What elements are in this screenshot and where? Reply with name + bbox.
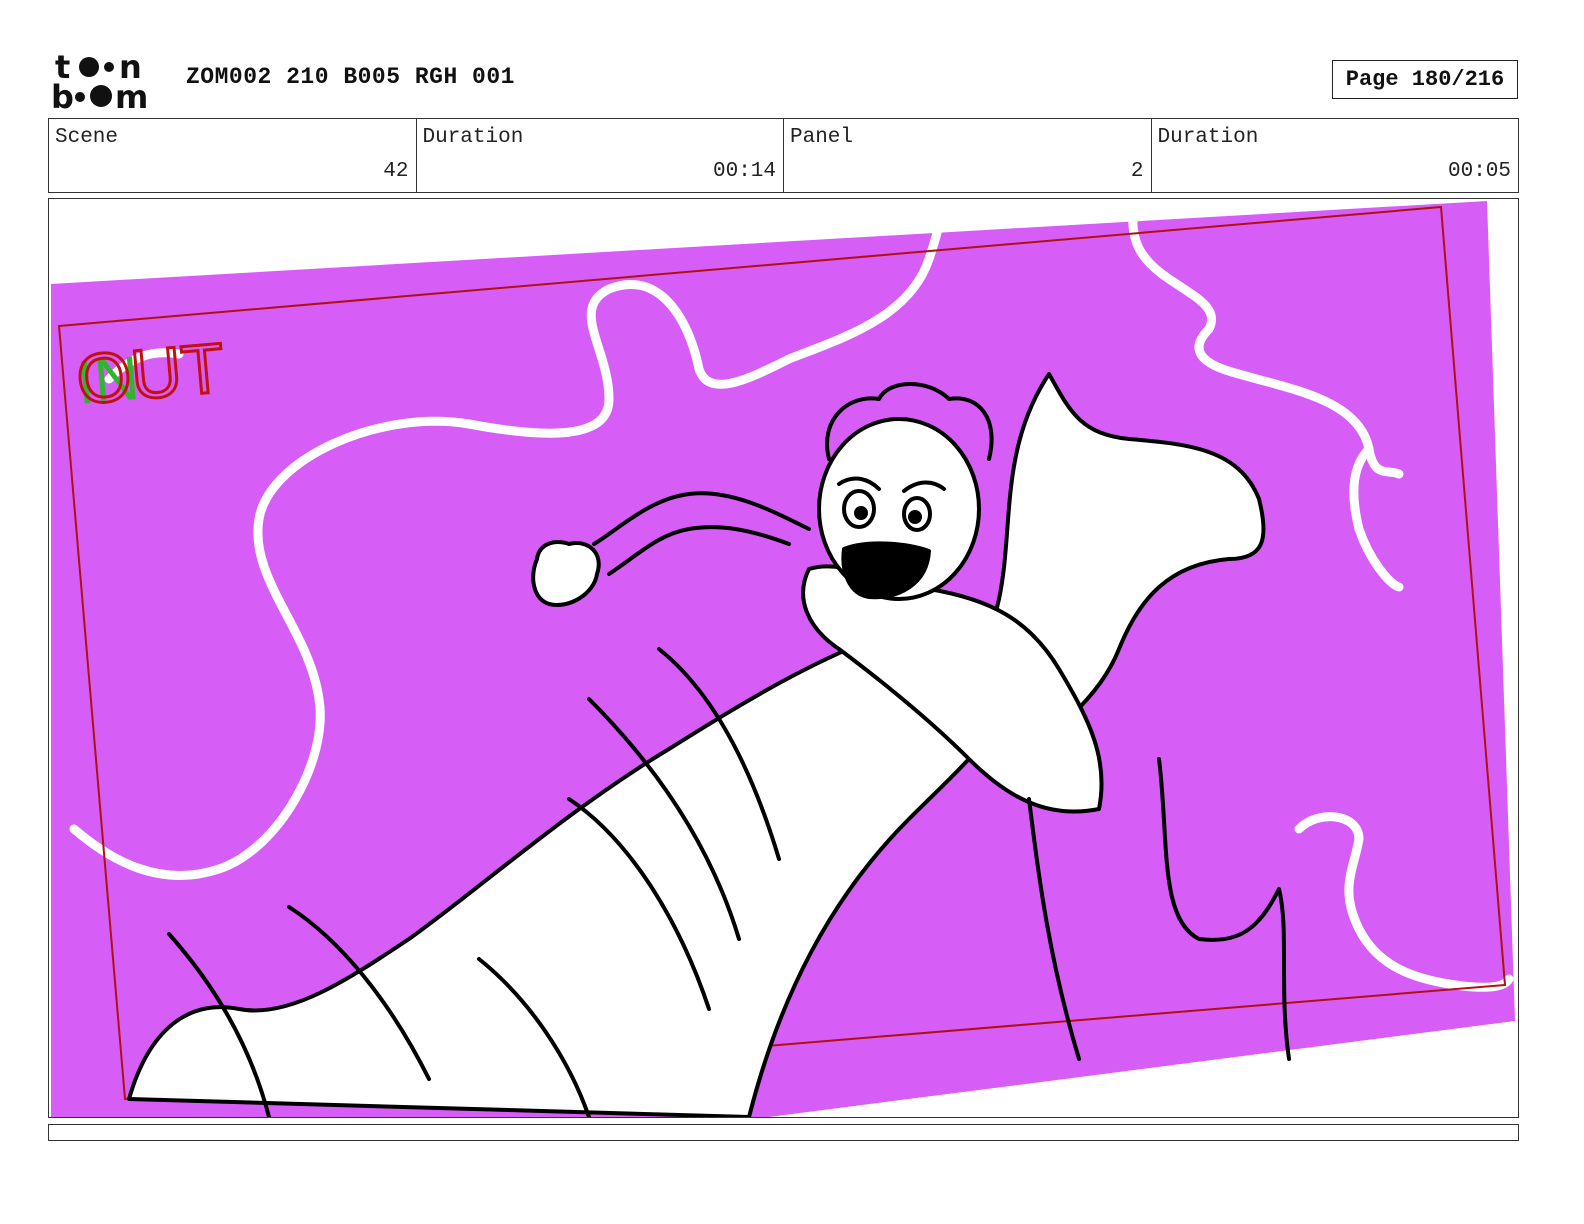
panel-duration-label: Duration [1157,126,1259,149]
panel-label: Panel [790,126,854,149]
panel-drawing: IN OUT [51,199,1515,1117]
scene-duration-label: Duration [422,126,524,149]
storyboard-panel: IN OUT [48,198,1519,1118]
svg-text:m: m [115,78,148,112]
scene-cell: Scene 42 [49,119,417,192]
panel-duration-cell: Duration 00:05 [1152,119,1519,192]
panel-duration-value: 00:05 [1447,160,1511,183]
page-number: Page 180/216 [1332,60,1518,99]
out-marker: OUT [74,328,228,419]
scene-value: 42 [383,160,409,183]
panel-value: 2 [1130,160,1144,183]
scene-label: Scene [55,126,119,149]
notes-field [48,1124,1519,1141]
info-table: Scene 42 Duration 00:14 Panel 2 Duration… [48,118,1519,193]
project-title: ZOM002 210 B005 RGH 001 [186,64,515,90]
panel-cell: Panel 2 [784,119,1152,192]
svg-text:b: b [51,78,74,112]
scene-duration-value: 00:14 [712,160,776,183]
toon-boom-logo: t n b m [51,50,148,112]
scene-duration-cell: Duration 00:14 [417,119,784,192]
